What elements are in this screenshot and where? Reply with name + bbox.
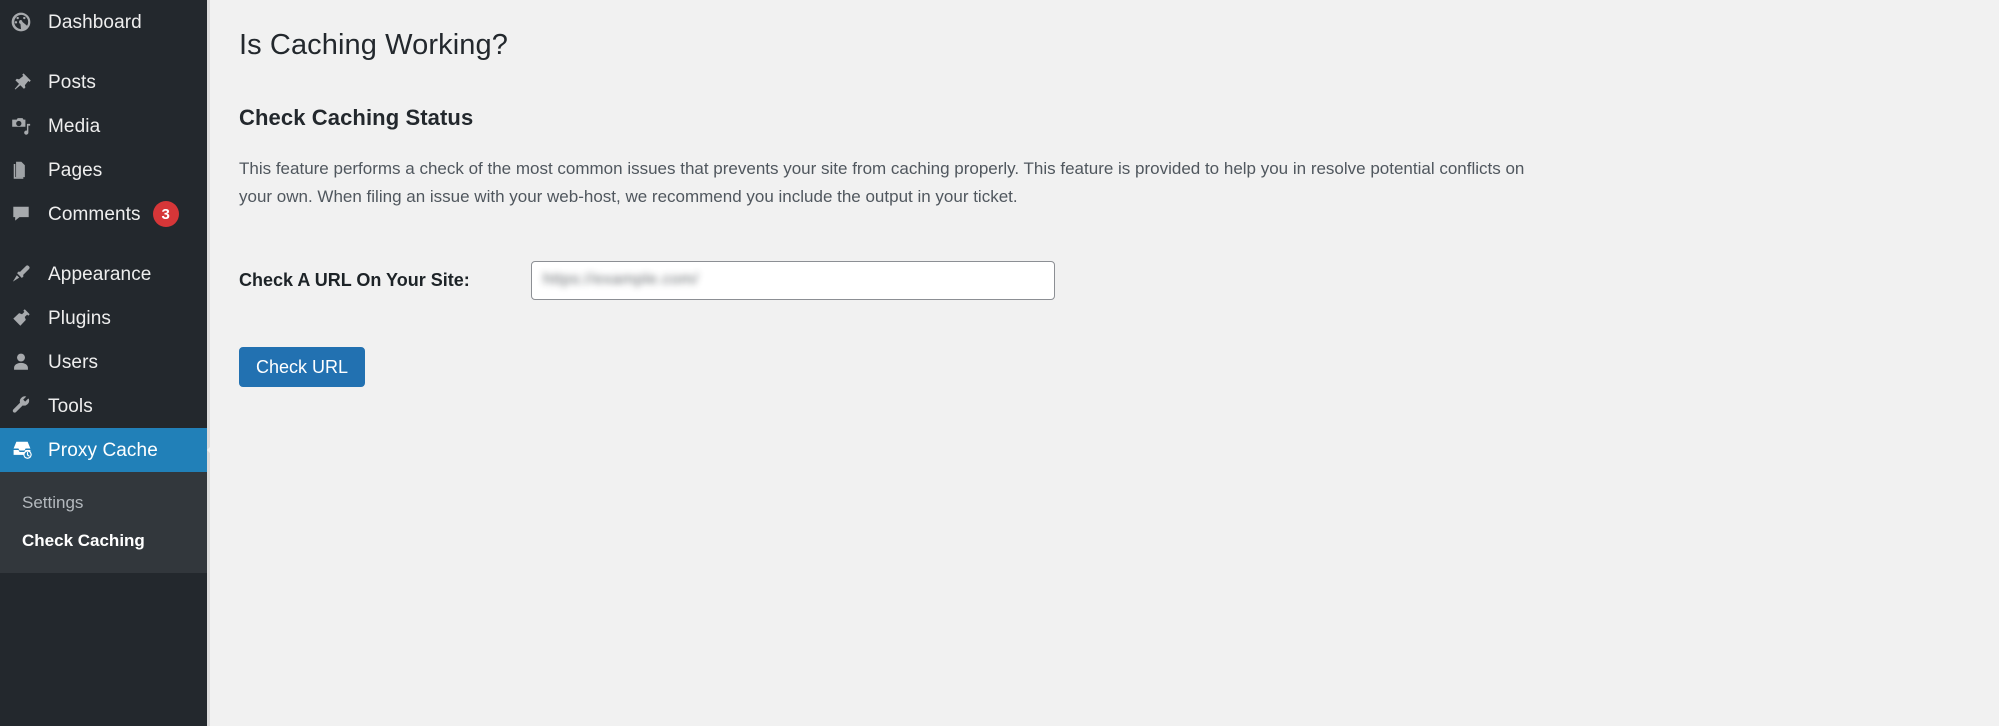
sidebar-item-plugins[interactable]: Plugins	[0, 296, 207, 340]
check-url-input[interactable]: https://example.com/	[531, 260, 1055, 300]
sidebar-item-label: Pages	[48, 159, 103, 181]
pin-icon	[10, 69, 40, 95]
sidebar-item-label: Media	[48, 115, 101, 137]
check-url-input-value: https://example.com/	[543, 271, 699, 289]
section-description: This feature performs a check of the mos…	[239, 158, 1525, 206]
page-title: Is Caching Working?	[239, 29, 508, 61]
dashboard-icon	[10, 9, 40, 35]
proxy-cache-submenu: Settings Check Caching	[0, 472, 207, 573]
current-menu-arrow-icon	[207, 439, 218, 461]
submenu-item-settings[interactable]: Settings	[0, 484, 207, 522]
check-url-label: Check A URL On Your Site:	[239, 269, 470, 290]
comments-count-badge: 3	[152, 201, 179, 227]
check-url-button[interactable]: Check URL	[239, 346, 366, 387]
brush-icon	[10, 261, 40, 287]
sidebar-menu: Dashboard Posts Media Pages Comments 3 A…	[0, 0, 218, 472]
plug-icon	[10, 305, 40, 331]
sidebar-separator	[0, 236, 207, 252]
sidebar-item-label: Proxy Cache	[48, 439, 158, 461]
wordpress-admin-screen: Dashboard Posts Media Pages Comments 3 A…	[0, 0, 1999, 726]
sidebar-item-label: Comments	[48, 203, 141, 225]
sidebar-item-label: Posts	[48, 71, 97, 93]
sidebar-item-proxy-cache[interactable]: Proxy Cache	[0, 428, 218, 472]
check-url-form-row: Check A URL On Your Site: https://exampl…	[239, 260, 1999, 300]
user-icon	[10, 349, 40, 375]
sidebar-item-label: Appearance	[48, 263, 152, 285]
sidebar-item-label: Users	[48, 351, 99, 373]
wrench-icon	[10, 393, 40, 419]
sidebar-item-tools[interactable]: Tools	[0, 384, 207, 428]
pages-icon	[10, 157, 40, 183]
sidebar-separator	[0, 44, 207, 60]
submenu-item-check-caching[interactable]: Check Caching	[0, 522, 207, 560]
sidebar-item-label: Dashboard	[48, 11, 142, 33]
sidebar-item-label: Tools	[48, 395, 93, 417]
sidebar-item-dashboard[interactable]: Dashboard	[0, 0, 207, 44]
sidebar-item-pages[interactable]: Pages	[0, 148, 207, 192]
sidebar-item-comments[interactable]: Comments 3	[0, 192, 207, 236]
sidebar-item-users[interactable]: Users	[0, 340, 207, 384]
media-icon	[10, 113, 40, 139]
proxy-cache-icon	[10, 437, 40, 463]
sidebar-item-posts[interactable]: Posts	[0, 60, 207, 104]
sidebar-item-media[interactable]: Media	[0, 104, 207, 148]
sidebar-item-appearance[interactable]: Appearance	[0, 252, 207, 296]
sidebar-item-label: Plugins	[48, 307, 112, 329]
comments-icon	[10, 201, 40, 227]
main-content: Is Caching Working? Check Caching Status…	[210, 0, 1999, 726]
admin-sidebar: Dashboard Posts Media Pages Comments 3 A…	[0, 0, 218, 726]
section-title: Check Caching Status	[239, 104, 474, 130]
